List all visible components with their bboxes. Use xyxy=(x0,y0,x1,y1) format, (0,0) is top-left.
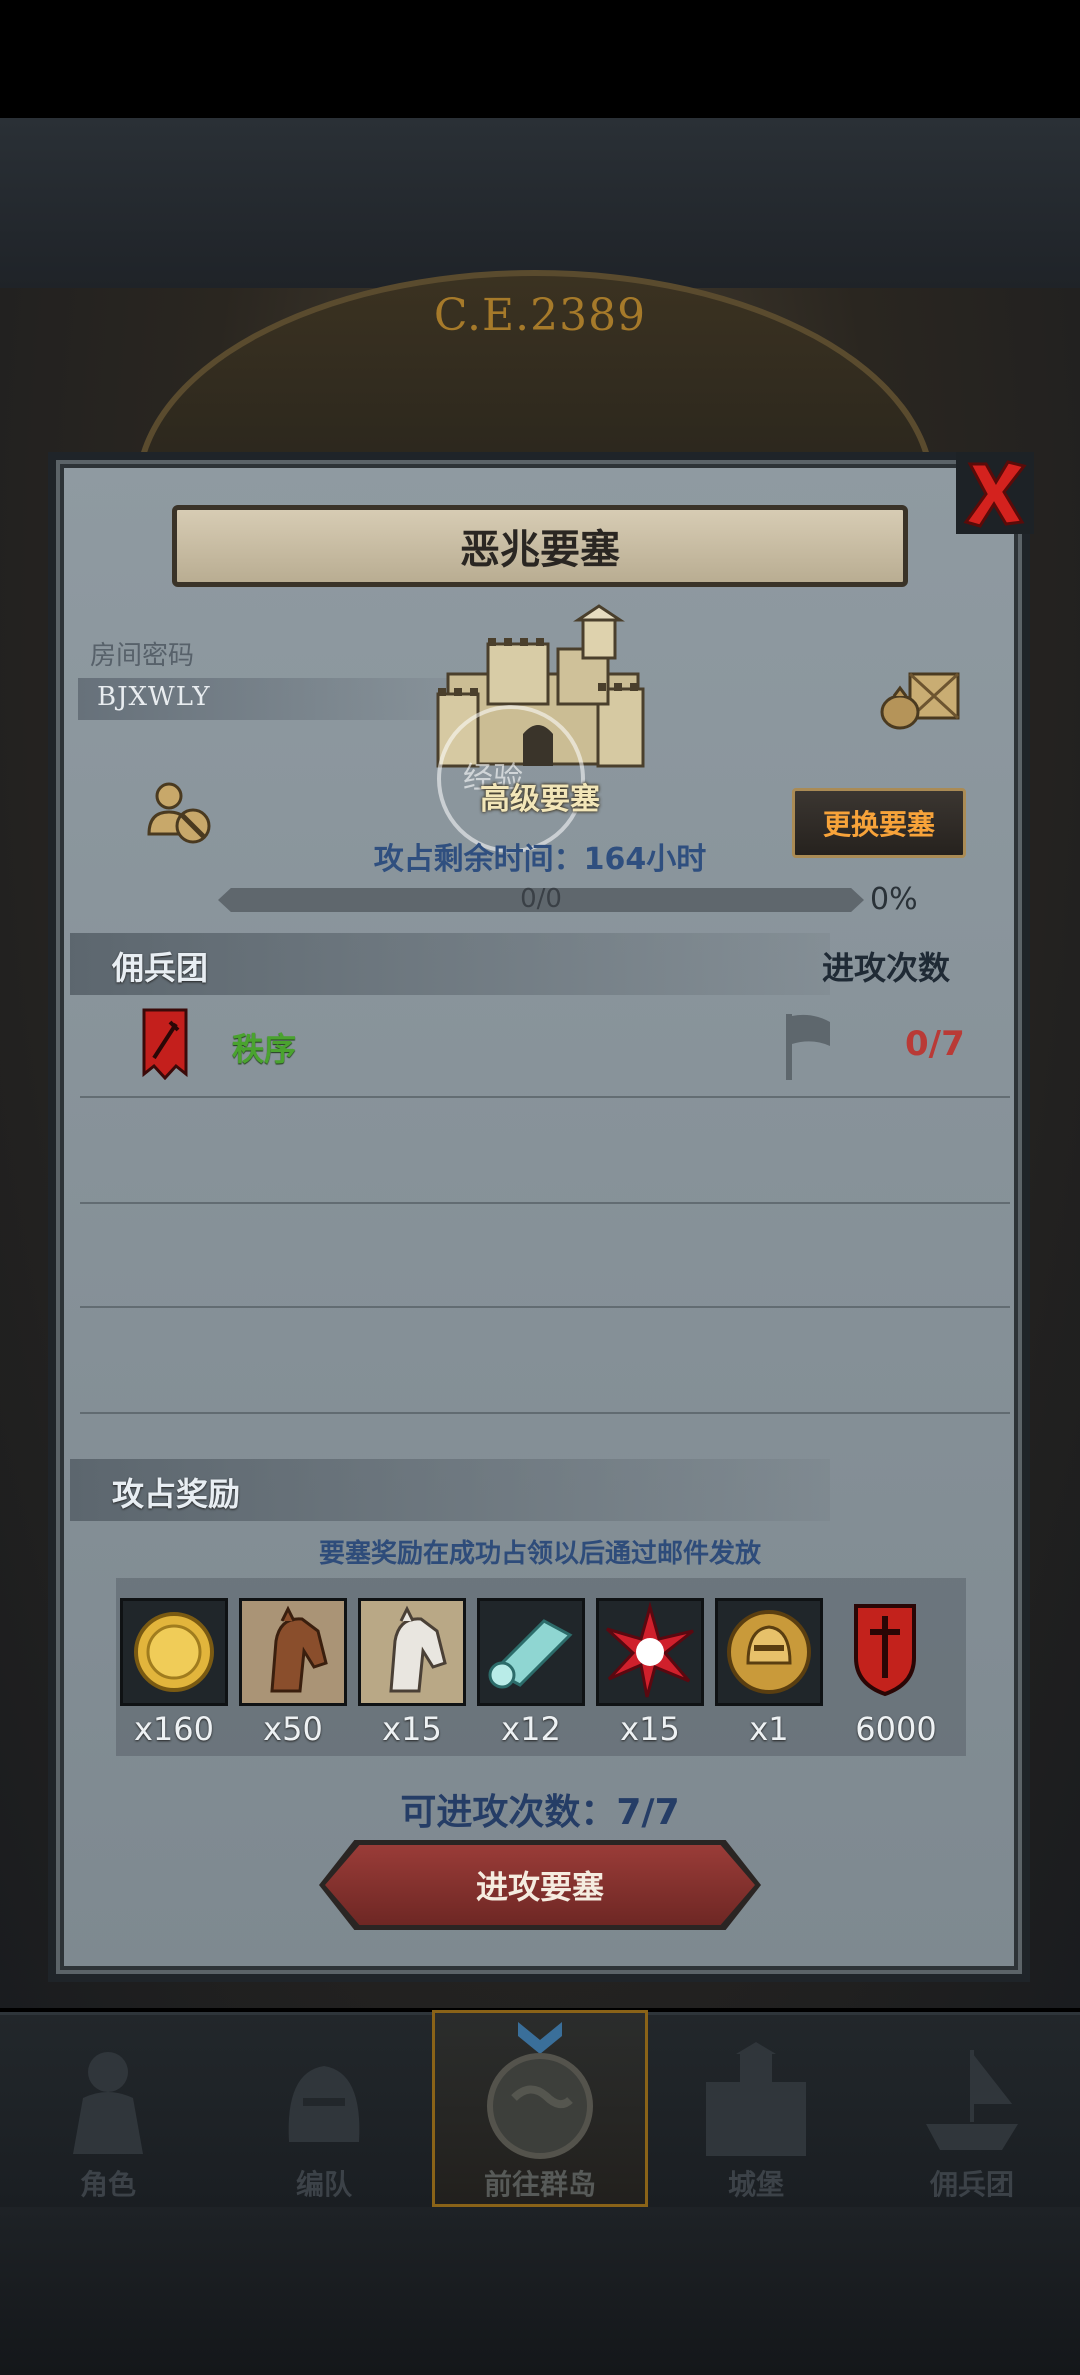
row-divider xyxy=(80,1096,1010,1098)
red-burst-icon xyxy=(605,1601,694,1698)
nav-label-islands: 前往群岛 xyxy=(483,2168,596,2201)
attack-fortress-button[interactable]: 进攻要塞 xyxy=(325,1845,755,1925)
system-bottom-bar xyxy=(0,2207,1080,2375)
row-divider xyxy=(80,1202,1010,1204)
reward-item-white-horse[interactable] xyxy=(358,1598,466,1706)
guild-name: 秩序 xyxy=(232,1030,297,1068)
reward-header: 攻占奖励 xyxy=(112,1475,241,1513)
close-icon xyxy=(963,460,1027,528)
reward-qty: x1 xyxy=(749,1710,789,1748)
globe-icon xyxy=(487,2022,593,2159)
nav-label-character: 角色 xyxy=(79,2168,136,2201)
mercenary-row[interactable] xyxy=(70,996,1010,1096)
reward-item-cloth[interactable] xyxy=(477,1598,585,1706)
progress-percent: 0% xyxy=(870,882,918,917)
era-label: C.E.2389 xyxy=(433,290,647,341)
reward-item-brown-horse[interactable] xyxy=(239,1598,347,1706)
brown-horse-icon xyxy=(242,1601,344,1703)
mercenary-header: 佣兵团 xyxy=(112,949,209,987)
room-password-label: 房间密码 xyxy=(90,641,195,671)
title-plate: 恶兆要塞 xyxy=(172,505,908,587)
reward-item-burst[interactable] xyxy=(596,1598,704,1706)
nav-label-formation: 编队 xyxy=(295,2168,352,2201)
guild-attack-count: 0/7 xyxy=(905,1024,965,1064)
progress-text: 0/0 xyxy=(520,884,562,914)
reward-item-helmet[interactable] xyxy=(715,1598,823,1706)
helmet-icon xyxy=(288,2066,360,2142)
reward-qty: x15 xyxy=(382,1710,442,1748)
reward-item-gold[interactable] xyxy=(120,1598,228,1706)
time-remaining: 攻占剩余时间：164小时 xyxy=(373,842,707,877)
reward-qty: x50 xyxy=(263,1710,323,1748)
guild-banner-icon xyxy=(142,1008,188,1080)
row-divider xyxy=(80,1306,1010,1308)
status-bar xyxy=(0,0,1080,118)
attack-count-header: 进攻次数 xyxy=(822,949,951,987)
gold-coin-icon xyxy=(134,1612,214,1692)
attack-fortress-label: 进攻要塞 xyxy=(475,1868,604,1906)
knight-icon xyxy=(73,2052,143,2154)
reward-qty: x15 xyxy=(620,1710,680,1748)
reward-item-crest[interactable] xyxy=(834,1598,942,1706)
reward-qty: x160 xyxy=(133,1710,214,1748)
reward-note: 要塞奖励在成功占领以后通过邮件发放 xyxy=(318,1539,761,1569)
top-background xyxy=(0,118,1080,288)
helmet-medal-icon xyxy=(727,1610,811,1694)
reward-qty: x12 xyxy=(501,1710,561,1748)
nav-label-castle: 城堡 xyxy=(727,2168,784,2201)
attempts-remaining: 可进攻次数：7/7 xyxy=(400,1792,680,1833)
room-code[interactable]: BJXWLY xyxy=(97,682,211,712)
white-horse-icon xyxy=(361,1601,463,1703)
cloth-roll-icon xyxy=(488,1619,573,1689)
close-button[interactable] xyxy=(956,452,1034,534)
flag-icon xyxy=(786,1014,830,1080)
supply-box-icon[interactable] xyxy=(876,666,964,732)
reward-qty: 6000 xyxy=(855,1710,937,1748)
ship-icon xyxy=(926,2050,1018,2150)
dialog-title: 恶兆要塞 xyxy=(460,527,620,573)
castle-icon xyxy=(706,2042,806,2156)
guild-crest-icon xyxy=(854,1604,916,1697)
nav-label-mercenary: 佣兵团 xyxy=(929,2168,1014,2201)
row-divider xyxy=(80,1412,1010,1414)
fortress-type: 高级要塞 xyxy=(480,782,600,817)
